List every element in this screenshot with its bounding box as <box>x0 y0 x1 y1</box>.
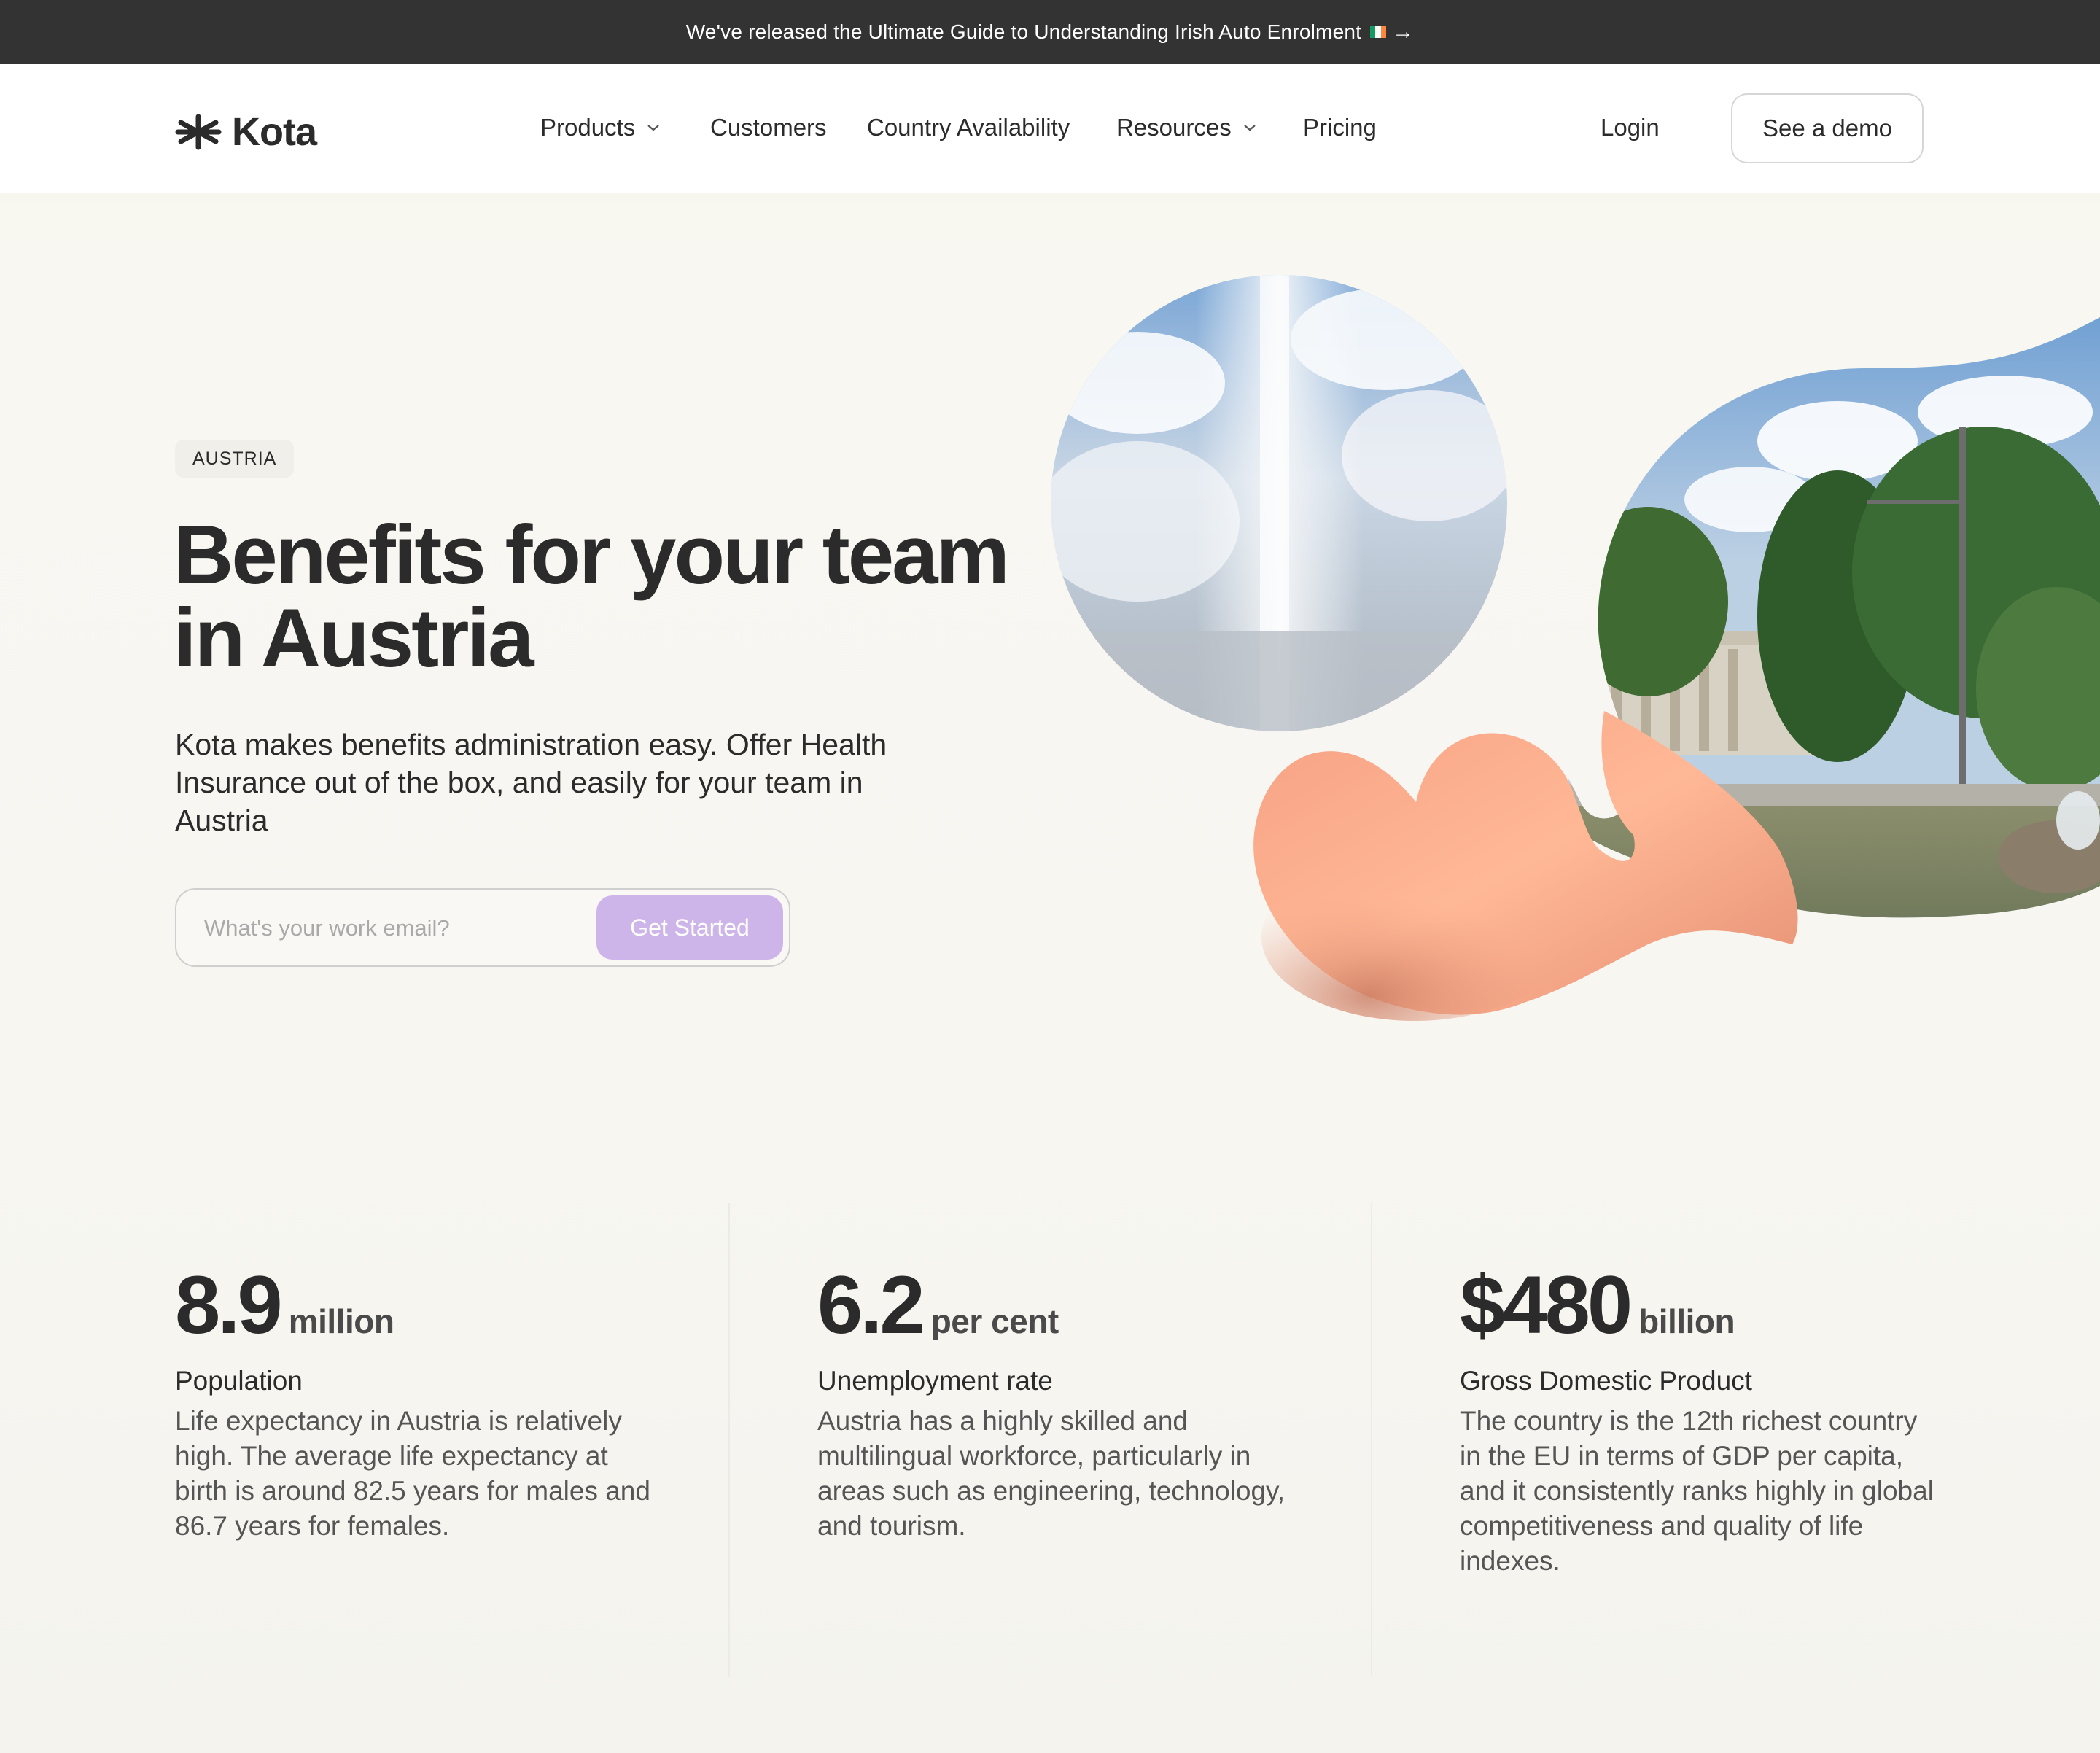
hero-title: Benefits for your team in Austria <box>174 514 1078 680</box>
chevron-down-icon <box>1244 125 1256 131</box>
fountain-photo <box>1051 275 1507 731</box>
stat-unemployment: 6.2 per cent Unemployment rate Austria h… <box>817 1259 1328 1544</box>
kota-logo[interactable]: Kota <box>175 109 317 155</box>
email-signup-form: Get Started <box>175 888 790 967</box>
announcement-text: We've released the Ultimate Guide to Und… <box>685 20 1362 43</box>
work-email-input[interactable] <box>204 910 569 947</box>
get-started-button[interactable]: Get Started <box>596 895 783 960</box>
nav-country-availability[interactable]: Country Availability <box>867 114 1070 141</box>
nav-products-label: Products <box>540 114 636 141</box>
stat-label: Population <box>175 1366 303 1396</box>
brand-name: Kota <box>232 110 317 154</box>
stat-label: Gross Domestic Product <box>1460 1366 1752 1396</box>
nav-customers[interactable]: Customers <box>710 114 827 141</box>
nav-pricing[interactable]: Pricing <box>1303 114 1377 141</box>
login-label: Login <box>1601 114 1660 141</box>
stat-unit: million <box>288 1302 394 1340</box>
login-link[interactable]: Login <box>1601 114 1660 141</box>
stat-population: 8.9 million Population Life expectancy i… <box>175 1259 685 1544</box>
stats-divider <box>1371 1203 1372 1677</box>
irish-flag-icon <box>1370 26 1387 38</box>
stat-number: $480 <box>1460 1259 1633 1350</box>
country-stats: 8.9 million Population Life expectancy i… <box>0 1134 2100 1753</box>
announcement-bar[interactable]: We've released the Ultimate Guide to Und… <box>0 0 2100 64</box>
stat-label: Unemployment rate <box>817 1366 1053 1396</box>
stat-unit: per cent <box>930 1302 1059 1340</box>
stats-divider <box>728 1203 730 1677</box>
arrow-right-icon: → <box>1392 20 1415 44</box>
stat-unit: billion <box>1638 1302 1735 1340</box>
stat-number: 8.9 <box>175 1259 283 1350</box>
hero-section: AUSTRIA Benefits for your team in Austri… <box>0 193 2100 1134</box>
stat-gdp: $480 billion Gross Domestic Product The … <box>1460 1259 1970 1579</box>
see-demo-button[interactable]: See a demo <box>1731 93 1924 163</box>
country-badge: AUSTRIA <box>175 440 295 478</box>
top-navigation: Kota Products Customers Country Availabi… <box>0 64 2100 193</box>
hero-title-line1: Benefits for your team <box>174 509 1010 602</box>
hero-title-line2: in Austria <box>174 592 534 685</box>
stat-number: 6.2 <box>817 1259 925 1350</box>
nav-resources[interactable]: Resources <box>1116 114 1256 141</box>
chevron-down-icon <box>648 125 659 131</box>
nav-products[interactable]: Products <box>540 114 660 141</box>
stat-description: Life expectancy in Austria is relatively… <box>175 1406 650 1541</box>
nav-pricing-label: Pricing <box>1303 114 1377 141</box>
nav-resources-label: Resources <box>1116 114 1232 141</box>
nav-country-availability-label: Country Availability <box>867 114 1070 141</box>
stat-description: Austria has a highly skilled and multili… <box>817 1406 1286 1541</box>
stat-description: The country is the 12th richest country … <box>1460 1406 1934 1576</box>
kota-asterisk-icon <box>175 114 222 150</box>
nav-customers-label: Customers <box>710 114 827 141</box>
hero-subtitle: Kota makes benefits administration easy.… <box>175 728 887 837</box>
